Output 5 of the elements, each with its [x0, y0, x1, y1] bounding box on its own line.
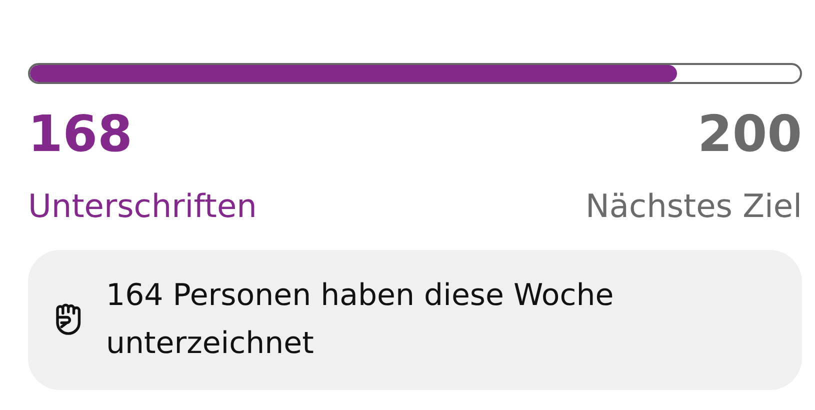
goal-label: Nächstes Ziel	[585, 186, 802, 227]
notice-text: 164 Personen haben diese Woche unterzeichnet	[106, 277, 615, 363]
signature-label: Unterschriften	[28, 186, 257, 227]
goal-count: 200	[698, 104, 802, 165]
signature-count: 168	[28, 104, 132, 165]
